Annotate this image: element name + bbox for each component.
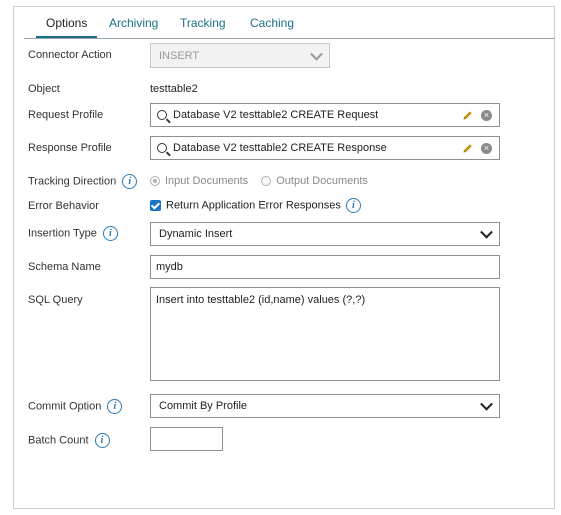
object-value: testtable2 xyxy=(150,83,198,95)
object-label: Object xyxy=(28,83,60,95)
return-errors-checkbox[interactable] xyxy=(150,200,161,211)
tracking-direction-options: Input Documents Output Documents xyxy=(150,175,368,187)
request-profile-label: Request Profile xyxy=(28,109,104,121)
info-icon[interactable]: i xyxy=(122,174,138,189)
tab-bar: Options Archiving Tracking Caching xyxy=(24,8,555,39)
insertion-type-text: Insertion Type xyxy=(28,227,97,240)
pencil-icon[interactable] xyxy=(462,110,473,121)
commit-option-label: Commit Option i xyxy=(28,399,123,414)
tracking-direction-text: Tracking Direction xyxy=(28,175,117,188)
search-icon xyxy=(157,110,167,120)
clear-icon[interactable]: × xyxy=(481,143,492,154)
response-profile-value: Database V2 testtable2 CREATE Response xyxy=(173,142,387,154)
connector-action-select: INSERT xyxy=(150,43,330,68)
insertion-type-select[interactable]: Dynamic Insert xyxy=(150,222,500,246)
commit-option-text: Commit Option xyxy=(28,400,102,413)
info-icon[interactable]: i xyxy=(107,399,123,414)
sql-query-label: SQL Query xyxy=(28,294,83,306)
insertion-type-label: Insertion Type i xyxy=(28,226,118,241)
batch-count-input[interactable] xyxy=(150,427,223,451)
commit-option-value: Commit By Profile xyxy=(159,400,248,412)
batch-count-label: Batch Count i xyxy=(28,433,110,448)
schema-name-value: mydb xyxy=(156,261,183,273)
error-behavior-control: Return Application Error Responses i xyxy=(150,198,361,213)
tab-archiving[interactable]: Archiving xyxy=(99,8,168,38)
search-icon xyxy=(157,143,167,153)
chevron-down-icon xyxy=(480,225,493,239)
tracking-direction-label: Tracking Direction i xyxy=(28,174,138,189)
pencil-icon[interactable] xyxy=(462,143,473,154)
tab-caching[interactable]: Caching xyxy=(240,8,304,38)
request-profile-field[interactable]: Database V2 testtable2 CREATE Request × xyxy=(150,103,500,127)
connector-action-label: Connector Action xyxy=(28,49,112,61)
schema-name-input[interactable]: mydb xyxy=(150,255,500,279)
insertion-type-value: Dynamic Insert xyxy=(159,228,233,240)
response-profile-field[interactable]: Database V2 testtable2 CREATE Response × xyxy=(150,136,500,160)
chevron-down-icon xyxy=(480,397,493,411)
return-errors-label: Return Application Error Responses xyxy=(166,199,341,212)
batch-count-text: Batch Count xyxy=(28,434,89,447)
commit-option-select[interactable]: Commit By Profile xyxy=(150,394,500,418)
sql-query-value: Insert into testtable2 (id,name) values … xyxy=(156,294,366,306)
request-profile-value: Database V2 testtable2 CREATE Request xyxy=(173,109,379,121)
radio-output-documents xyxy=(261,176,272,187)
radio-label-input: Input Documents xyxy=(165,175,249,187)
sql-query-textarea[interactable]: Insert into testtable2 (id,name) values … xyxy=(150,287,500,381)
clear-icon[interactable]: × xyxy=(481,110,492,121)
radio-label-output: Output Documents xyxy=(276,175,368,187)
error-behavior-label: Error Behavior xyxy=(28,200,99,212)
radio-input-documents xyxy=(150,176,160,187)
response-profile-label: Response Profile xyxy=(28,142,112,154)
info-icon[interactable]: i xyxy=(94,433,110,448)
info-icon[interactable]: i xyxy=(102,226,118,241)
tab-options[interactable]: Options xyxy=(36,8,98,38)
tab-tracking[interactable]: Tracking xyxy=(170,8,236,38)
schema-name-label: Schema Name xyxy=(28,261,101,273)
connector-action-value: INSERT xyxy=(159,49,200,62)
info-icon[interactable]: i xyxy=(345,198,361,213)
chevron-down-icon xyxy=(310,47,323,61)
